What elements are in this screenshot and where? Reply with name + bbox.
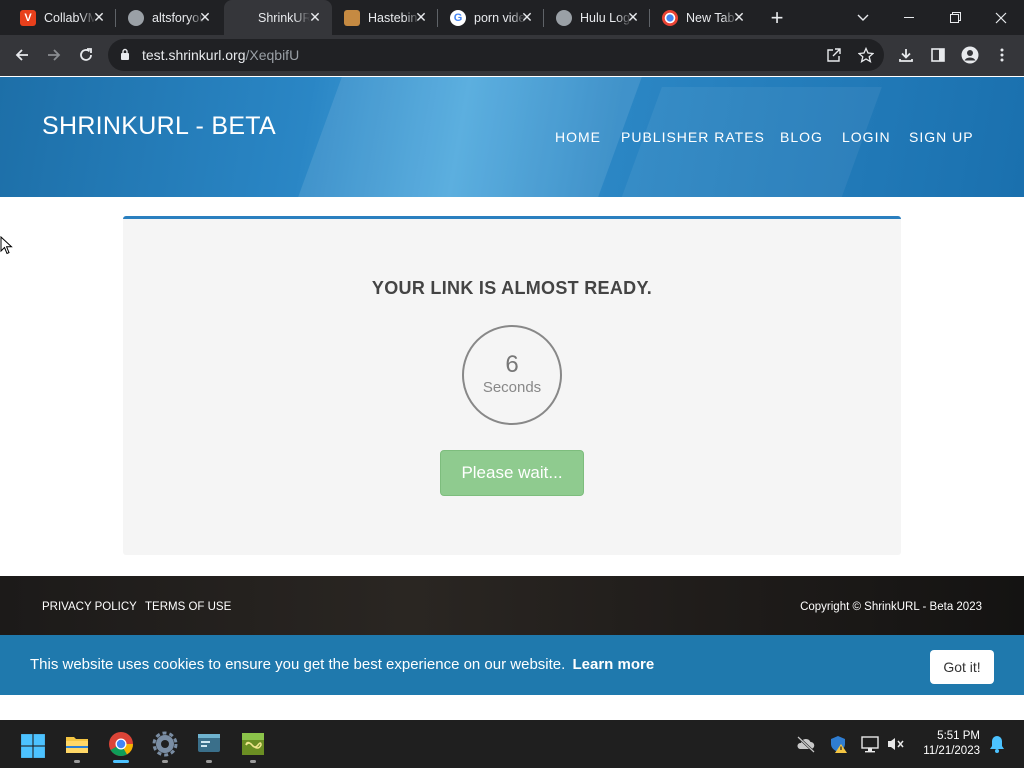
countdown-value: 6 (505, 351, 519, 378)
collabvm-icon: V (20, 9, 36, 26)
minecraft-icon[interactable] (240, 731, 266, 757)
lock-icon (121, 48, 129, 60)
side-panel-icon[interactable] (924, 41, 952, 69)
tab-close-icon[interactable]: ✕ (91, 9, 107, 25)
copyright-text: Copyright © ShrinkURL - Beta 2023 (800, 601, 982, 613)
notification-bell-icon[interactable] (987, 734, 1007, 754)
cloud-offline-icon[interactable] (796, 734, 816, 754)
tab-search-chevron-icon[interactable] (840, 0, 886, 35)
volume-muted-icon[interactable] (886, 734, 906, 754)
countdown-unit: Seconds (482, 379, 542, 396)
taskbar-indicator (206, 760, 212, 763)
new-tab-button[interactable]: + (760, 0, 794, 35)
tab-title: CollabVM (44, 10, 96, 25)
learn-more-link[interactable]: Learn more (572, 656, 654, 673)
download-icon[interactable] (892, 41, 920, 69)
browser-tab-strip: V CollabVM ✕ altsforyou ✕ ShrinkURL ✕ Ha… (0, 0, 1024, 35)
site-brand[interactable]: SHRINKURL - BETA (42, 112, 276, 141)
cookie-message: This website uses cookies to ensure you … (30, 656, 654, 673)
network-display-icon[interactable] (860, 734, 880, 754)
page-heading: YOUR LINK IS ALMOST READY. (371, 278, 653, 298)
taskbar-active-indicator (113, 760, 129, 763)
cookie-message-text: This website uses cookies to ensure you … (30, 656, 566, 673)
mouse-cursor-icon (0, 236, 13, 255)
google-icon: G (450, 9, 466, 26)
url-path: /XeqbifU (245, 47, 300, 63)
please-wait-button[interactable]: Please wait... (440, 450, 584, 496)
nav-login[interactable]: LOGIN (842, 129, 891, 145)
taskbar-indicator (74, 760, 80, 763)
globe-icon (128, 9, 144, 26)
browser-tab[interactable]: Hastebin ✕ (332, 0, 438, 35)
address-url[interactable]: test.shrinkurl.org/XeqbifU (142, 47, 299, 63)
browser-tab[interactable]: altsforyou ✕ (116, 0, 222, 35)
browser-tab[interactable]: New Tab ✕ (650, 0, 756, 35)
tab-close-icon[interactable]: ✕ (307, 9, 323, 25)
start-icon[interactable] (20, 733, 46, 759)
restore-button[interactable] (932, 0, 978, 35)
close-window-button[interactable] (978, 0, 1024, 35)
address-bar[interactable]: test.shrinkurl.org/XeqbifU (108, 39, 884, 71)
back-button[interactable] (8, 41, 36, 69)
chrome-icon (662, 9, 678, 26)
taskbar-indicator (250, 760, 256, 763)
browser-tab[interactable]: V CollabVM ✕ (8, 0, 116, 35)
profile-avatar-icon[interactable] (956, 41, 984, 69)
privacy-policy-link[interactable]: PRIVACY POLICY (42, 601, 137, 613)
browser-tab[interactable]: G porn videos ✕ (438, 0, 544, 35)
settings-icon[interactable] (152, 731, 178, 757)
minimize-button[interactable] (886, 0, 932, 35)
tab-title: ShrinkURL (258, 10, 310, 25)
share-icon[interactable] (820, 41, 848, 69)
file-explorer-icon[interactable] (64, 731, 90, 757)
browser-tab[interactable]: Hulu Login ✕ (544, 0, 650, 35)
forward-button[interactable] (40, 41, 68, 69)
reload-button[interactable] (72, 41, 100, 69)
terminal-icon[interactable] (196, 731, 222, 757)
nav-blog[interactable]: BLOG (780, 129, 823, 145)
nav-publisher-rates[interactable]: PUBLISHER RATES (621, 129, 765, 145)
terms-of-use-link[interactable]: TERMS OF USE (145, 601, 231, 613)
cookie-accept-button[interactable]: Got it! (930, 650, 994, 684)
browser-toolbar: test.shrinkurl.org/XeqbifU (0, 35, 1024, 76)
tab-close-icon[interactable]: ✕ (197, 9, 213, 25)
taskbar-indicator (162, 760, 168, 763)
tab-close-icon[interactable]: ✕ (519, 9, 535, 25)
nav-home[interactable]: HOME (555, 129, 601, 145)
url-host: test.shrinkurl.org (142, 47, 246, 63)
tab-close-icon[interactable]: ✕ (625, 9, 641, 25)
nav-sign-up[interactable]: SIGN UP (909, 129, 974, 145)
browser-tab-active[interactable]: ShrinkURL ✕ (224, 0, 332, 35)
cookie-consent-bar: This website uses cookies to ensure you … (0, 635, 1024, 695)
security-warning-icon[interactable] (829, 734, 849, 754)
taskbar-clock[interactable]: 5:51 PM 11/21/2023 (908, 729, 980, 759)
bookmark-star-icon[interactable] (852, 41, 880, 69)
chrome-icon[interactable] (108, 731, 134, 757)
globe-icon (556, 9, 572, 26)
clock-date: 11/21/2023 (923, 745, 980, 757)
menu-kebab-icon[interactable] (988, 41, 1016, 69)
tab-close-icon[interactable]: ✕ (731, 9, 747, 25)
countdown-circle: 6 Seconds (462, 325, 562, 425)
clock-time: 5:51 PM (937, 730, 980, 742)
notepad-icon (344, 9, 360, 26)
tab-close-icon[interactable]: ✕ (413, 9, 429, 25)
